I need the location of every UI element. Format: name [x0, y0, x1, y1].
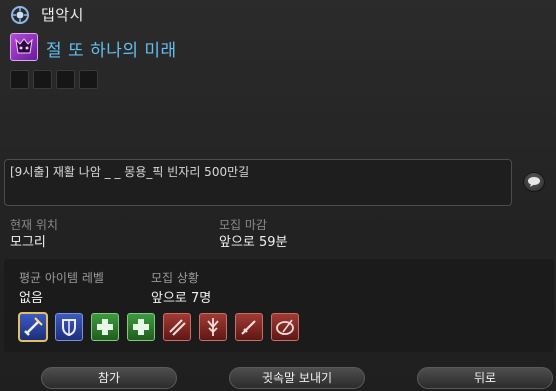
chat-bubble-button[interactable]	[523, 172, 545, 192]
healer-cross-icon	[97, 319, 113, 335]
window-title: 댑악시	[41, 6, 84, 24]
avg-item-level-value: 없음	[19, 291, 43, 306]
duty-name: 절 또 하나의 미래	[46, 41, 177, 61]
recruit-status-value: 앞으로 7명	[151, 291, 212, 306]
job-slots	[18, 312, 299, 342]
palette-icon	[276, 319, 294, 335]
globe-icon	[11, 6, 29, 24]
party-slot	[79, 70, 98, 89]
job-slot-dps[interactable]	[235, 313, 263, 341]
party-slot	[33, 70, 52, 89]
job-slot-dps[interactable]	[199, 313, 227, 341]
recruit-status-label: 모집 상황	[151, 271, 199, 285]
job-slot-dps[interactable]	[163, 313, 191, 341]
slashes-icon	[169, 319, 186, 336]
ultimate-duty-icon	[10, 33, 38, 61]
job-slot-dps[interactable]	[271, 313, 299, 341]
chat-bubble-icon	[528, 177, 540, 187]
healer-cross-icon	[133, 319, 149, 335]
job-slot-healer[interactable]	[91, 313, 119, 341]
send-whisper-button[interactable]: 귓속말 보내기	[229, 367, 365, 389]
party-slots	[10, 70, 98, 89]
shield-icon	[62, 319, 76, 337]
sword-icon	[241, 320, 256, 335]
job-slot-tank[interactable]	[55, 313, 83, 341]
party-slot	[10, 70, 29, 89]
avg-item-level-label: 평균 아이템 레벨	[19, 271, 104, 285]
party-slot	[56, 70, 75, 89]
back-button[interactable]: 뒤로	[417, 367, 553, 389]
location-value: 모그리	[10, 235, 46, 250]
comment-text: [9시출] 재활 나암 _ _ 몽용_픽 빈자리 500만길	[10, 165, 250, 179]
paladin-icon	[24, 317, 43, 336]
join-button[interactable]: 참가	[41, 367, 177, 389]
job-slot-healer[interactable]	[127, 313, 155, 341]
dragoon-icon	[207, 318, 219, 336]
job-slot-tank[interactable]	[18, 312, 48, 342]
deadline-value: 앞으로 59분	[219, 235, 288, 250]
